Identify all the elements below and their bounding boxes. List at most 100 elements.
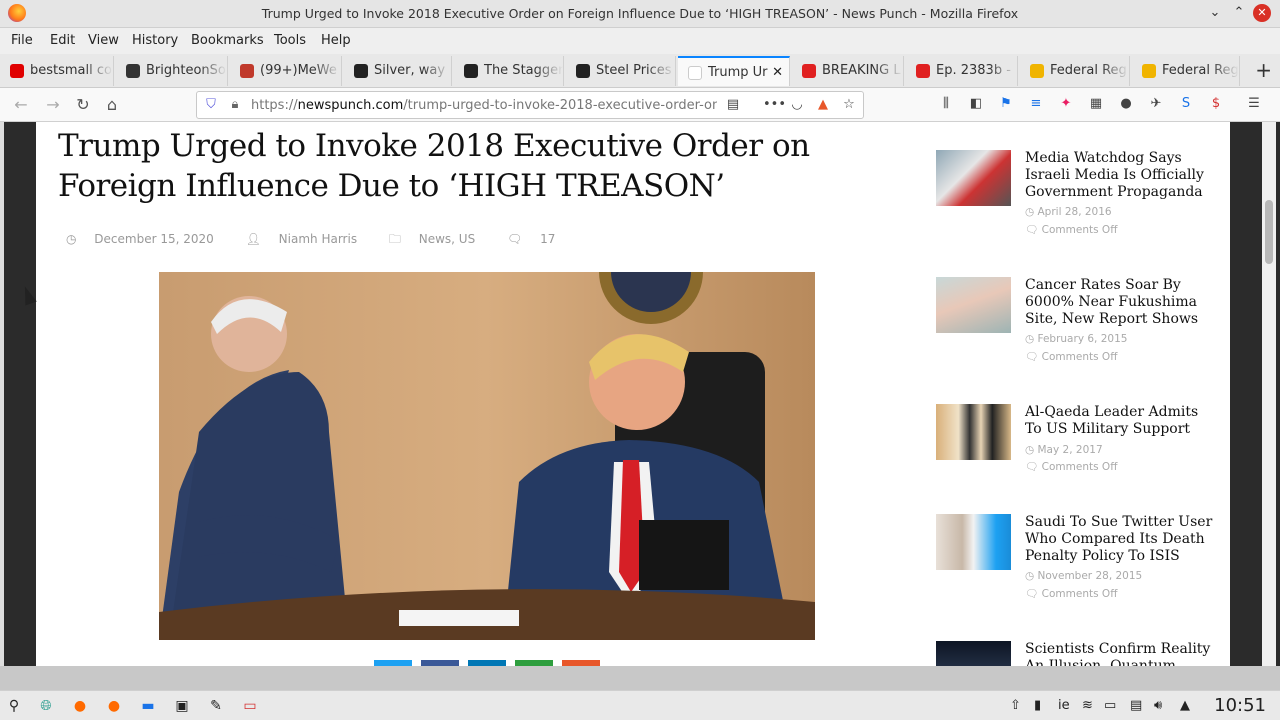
menu-file[interactable]: File [11,33,33,48]
close-tab-icon[interactable]: ✕ [772,58,783,86]
sidebar-thumbnail[interactable] [936,514,1011,570]
url-text[interactable]: https://newspunch.com/trump-urged-to-inv… [251,98,717,113]
tab-9[interactable]: Federal Reg [1020,56,1130,86]
extension-dollar-icon[interactable]: $ [1208,96,1224,112]
menu-edit[interactable]: Edit [50,33,75,48]
menu-history[interactable]: History [132,33,178,48]
comment-icon: 🗨 [1025,224,1042,236]
extension-s-icon[interactable]: S [1178,96,1194,112]
tab-2[interactable]: (99+)MeWe [230,56,342,86]
menu-bar: File Edit View History Bookmarks Tools H… [0,28,1280,54]
clock-icon: ◷ [1025,444,1038,456]
sidebar-thumbnail[interactable] [936,404,1011,460]
clock-icon: ◷ [66,232,81,246]
shield-icon[interactable]: ⛉ [203,97,219,113]
tab-fade [423,56,451,86]
user-icon: 👤︎ [245,232,265,246]
page-scrollbar[interactable] [1262,122,1276,666]
sidebar-post-title[interactable]: Scientists Confirm Reality An Illusion, … [1025,641,1215,666]
sidebar-post-date: ◷ November 28, 2015 [1025,570,1143,582]
globe-icon[interactable]: 🌐︎ [36,697,56,715]
tab-5[interactable]: Steel Prices [566,56,676,86]
tab-1[interactable]: BrighteonSo [116,56,228,86]
extension-color-icon[interactable]: ✦ [1058,96,1074,112]
battery-icon[interactable]: ▭ [1104,698,1116,713]
screen-icon[interactable]: ▭ [240,697,260,715]
extension-icon[interactable]: ▲ [815,97,831,113]
tab-favicon-icon [1030,64,1044,78]
page-viewport: Trump Urged to Invoke 2018 Executive Ord… [0,122,1280,666]
clock[interactable]: 10:51 [1214,695,1266,716]
author-meta: 👤︎ Niamh Harris [245,232,358,246]
tab-0[interactable]: bestsmall co [0,56,114,86]
reload-icon[interactable]: ↻ [72,94,94,116]
tab-6[interactable]: Trump Ur ✕ [678,56,790,86]
page-actions-icon[interactable]: ••• [763,97,786,113]
close-window-icon[interactable]: ✕ [1253,4,1271,22]
back-icon[interactable]: ← [10,94,32,116]
tab-favicon-icon [10,64,24,78]
keyboard-layout[interactable]: ie [1058,698,1070,713]
sidebar-post: Media Watchdog Says Israeli Media Is Off… [936,150,1226,250]
extension-list-icon[interactable]: ≡ [1028,96,1044,112]
tab-fade [1211,56,1239,86]
sidebar-post-comments: 🗨 Comments Off [1025,351,1118,363]
app-launcher-icon[interactable]: ⚲ [4,697,24,715]
pocket-icon[interactable]: ◡ [789,97,805,113]
wifi-icon[interactable]: ≋ [1082,698,1093,713]
tray-expand-icon[interactable]: ▲ [1180,698,1190,713]
clipboard-icon[interactable]: ▤ [1130,698,1142,713]
folder-taskbar-icon[interactable]: ▬ [138,697,158,715]
sidebar-thumbnail[interactable] [936,641,1011,666]
address-bar[interactable]: ⛉ 🔒︎ https://newspunch.com/trump-urged-t… [196,91,864,119]
new-tab-icon[interactable]: + [1255,58,1272,82]
tab-8[interactable]: Ep. 2383b - [906,56,1018,86]
sidebar-post-title[interactable]: Saudi To Sue Twitter User Who Compared I… [1025,514,1215,565]
minimize-icon[interactable]: ⌄ [1206,4,1224,22]
tab-favicon-icon [126,64,140,78]
firefox-taskbar-icon-2[interactable]: ● [104,697,124,715]
menu-hamburger-icon[interactable]: ☰ [1246,96,1262,112]
comment-icon: 🗨 [507,232,527,246]
menu-bookmarks[interactable]: Bookmarks [191,33,264,48]
sidebar-thumbnail[interactable] [936,150,1011,206]
forward-icon[interactable]: → [42,94,64,116]
extension-badge-icon[interactable]: ⚑ [998,96,1014,112]
scrollbar-thumb[interactable] [1265,200,1273,264]
update-icon[interactable]: ⇧ [1010,698,1021,713]
reader-view-icon[interactable]: ▤ [725,97,741,113]
sidebar-icon[interactable]: ◧ [968,96,984,112]
tab-3[interactable]: Silver, way n [344,56,452,86]
firefox-taskbar-icon[interactable]: ● [70,697,90,715]
home-icon[interactable]: ⌂ [101,94,123,116]
volume-icon[interactable]: 🔊︎ [1154,698,1162,713]
menu-help[interactable]: Help [321,33,351,48]
sidebar-post: Al-Qaeda Leader Admits To US Military Su… [936,404,1226,504]
extension-grid-icon[interactable]: ▦ [1088,96,1104,112]
tab-4[interactable]: The Stagger [454,56,564,86]
terminal-icon[interactable]: ▣ [172,697,192,715]
account-icon[interactable]: ● [1118,96,1134,112]
maximize-icon[interactable]: ⌃ [1230,4,1248,22]
editor-icon[interactable]: ✎ [206,697,226,715]
extension-boost-icon[interactable]: ✈ [1148,96,1164,112]
sidebar-post-date: ◷ April 28, 2016 [1025,206,1112,218]
tab-favicon-icon [688,66,702,80]
tab-10[interactable]: Federal Reg [1132,56,1240,86]
menu-view[interactable]: View [88,33,119,48]
usb-icon[interactable]: ▮ [1034,698,1041,713]
tab-fade [875,56,903,86]
sidebar-post-title[interactable]: Media Watchdog Says Israeli Media Is Off… [1025,150,1215,201]
category-meta: 🗀 News, US [388,232,476,246]
library-icon[interactable]: ⫼ [938,96,954,112]
window-titlebar: Trump Urged to Invoke 2018 Executive Ord… [0,0,1280,28]
sidebar-post-title[interactable]: Al-Qaeda Leader Admits To US Military Su… [1025,404,1215,438]
lock-icon[interactable]: 🔒︎ [227,97,243,113]
sidebar-post-title[interactable]: Cancer Rates Soar By 6000% Near Fukushim… [1025,277,1215,328]
menu-tools[interactable]: Tools [274,33,306,48]
clock-icon: ◷ [1025,570,1038,582]
tab-7[interactable]: BREAKING L [792,56,904,86]
sidebar-thumbnail[interactable] [936,277,1011,333]
tab-favicon-icon [802,64,816,78]
bookmark-star-icon[interactable]: ☆ [841,97,857,113]
